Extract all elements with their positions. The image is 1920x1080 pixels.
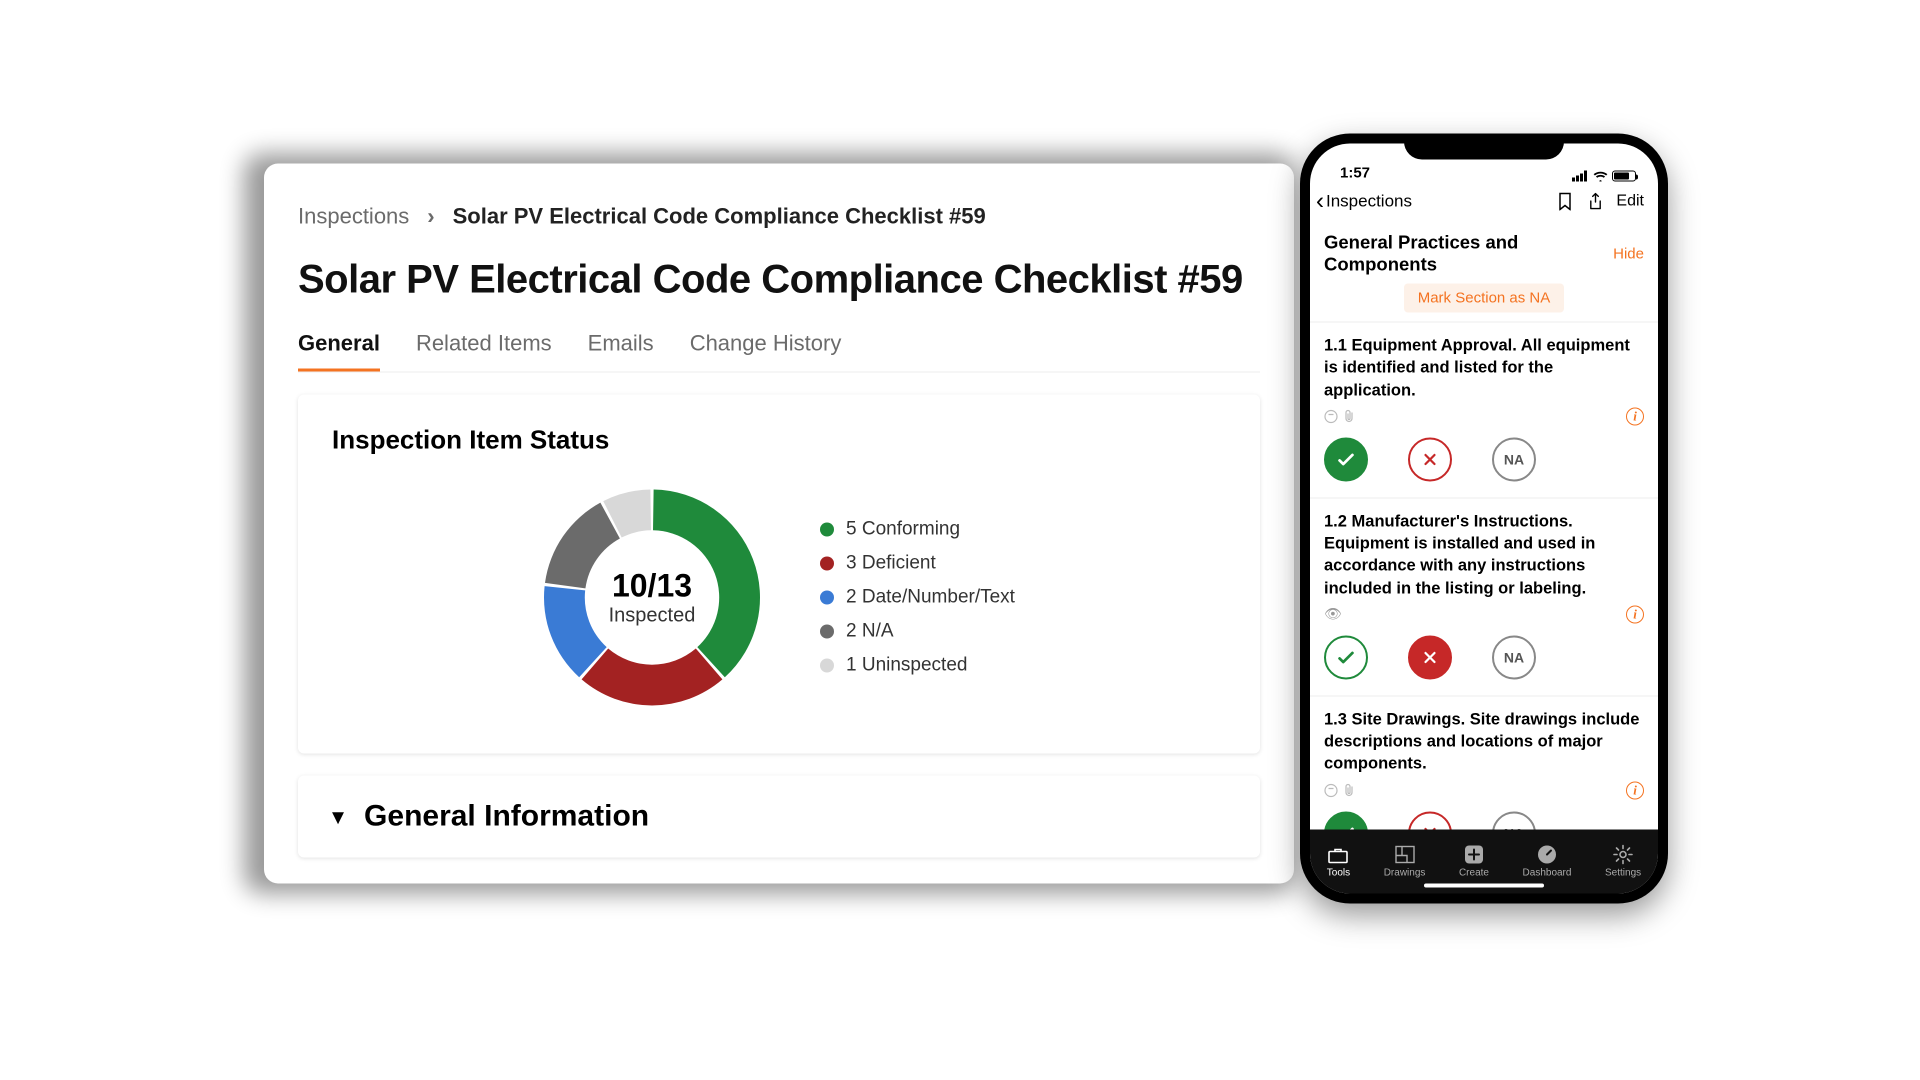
tab-label: Dashboard (1523, 868, 1572, 879)
inspection-item: 1.1 Equipment Approval. All equipment is… (1310, 322, 1658, 498)
status-card: Inspection Item Status 10/13 Inspected 5… (298, 395, 1260, 754)
clock: 1:57 (1340, 165, 1370, 182)
general-information-card[interactable]: ▾ General Information (298, 776, 1260, 858)
phone-notch (1404, 134, 1564, 160)
legend-dot (820, 557, 834, 571)
tab-label: Settings (1605, 868, 1641, 879)
chart-legend: 5 Conforming 3 Deficient 2 Date/Number/Tex… (820, 519, 1015, 677)
home-indicator (1424, 884, 1544, 888)
tab-label: Tools (1327, 868, 1350, 879)
breadcrumb: Inspections › Solar PV Electrical Code C… (298, 204, 1260, 230)
tab-bar: General Related Items Emails Change Hist… (298, 331, 1260, 373)
legend-row: 2 N/A (820, 621, 1015, 643)
legend-dot (820, 523, 834, 537)
attachment-icon[interactable] (1344, 409, 1355, 423)
legend-label: 3 Deficient (846, 553, 936, 575)
wifi-icon (1593, 171, 1608, 182)
donut-center-value: 10/13 (612, 568, 692, 605)
na-button[interactable]: NA (1492, 811, 1536, 829)
legend-label: 1 Uninspected (846, 655, 967, 677)
item-text: 1.1 Equipment Approval. All equipment is… (1324, 335, 1644, 402)
tab-emails[interactable]: Emails (588, 331, 654, 372)
tab-change-history[interactable]: Change History (690, 331, 842, 372)
legend-label: 5 Conforming (846, 519, 960, 541)
tools-icon (1327, 845, 1349, 865)
tab-general[interactable]: General (298, 331, 380, 372)
back-button[interactable]: ‹ Inspections (1316, 188, 1412, 216)
back-label: Inspections (1326, 192, 1412, 212)
breadcrumb-current: Solar PV Electrical Code Compliance Chec… (453, 204, 986, 230)
observed-icon: 👁 (1324, 606, 1342, 623)
pass-button[interactable] (1324, 635, 1368, 679)
hide-button[interactable]: Hide (1613, 245, 1644, 262)
bottom-tab-bar: Tools Drawings Create Dashboard Settings (1310, 830, 1658, 894)
status-card-title: Inspection Item Status (332, 425, 1226, 456)
edit-button[interactable]: Edit (1616, 193, 1644, 211)
inspection-item: 1.3 Site Drawings. Site drawings include… (1310, 695, 1658, 829)
tab-label: Create (1459, 868, 1489, 879)
pass-button[interactable] (1324, 811, 1368, 829)
bookmark-icon[interactable] (1556, 192, 1574, 212)
tab-label: Drawings (1384, 868, 1426, 879)
chevron-down-icon: ▾ (332, 802, 344, 831)
page-title: Solar PV Electrical Code Compliance Chec… (298, 258, 1260, 303)
donut-chart: 10/13 Inspected (532, 478, 772, 718)
comment-icon[interactable] (1324, 409, 1338, 423)
pass-button[interactable] (1324, 437, 1368, 481)
tab-tools[interactable]: Tools (1327, 845, 1350, 879)
tab-related-items[interactable]: Related Items (416, 331, 552, 372)
items-list: 1.1 Equipment Approval. All equipment is… (1310, 322, 1658, 830)
item-text: 1.3 Site Drawings. Site drawings include… (1324, 708, 1644, 775)
tab-drawings[interactable]: Drawings (1384, 845, 1426, 879)
legend-dot (820, 591, 834, 605)
info-icon[interactable]: i (1626, 605, 1644, 623)
section-title: General Practices and Components (1324, 232, 1613, 276)
item-text: 1.2 Manufacturer's Instructions. Equipme… (1324, 510, 1644, 599)
dashboard-icon (1536, 845, 1558, 865)
na-button[interactable]: NA (1492, 437, 1536, 481)
legend-dot (820, 659, 834, 673)
legend-row: 1 Uninspected (820, 655, 1015, 677)
create-icon (1463, 845, 1485, 865)
info-icon[interactable]: i (1626, 407, 1644, 425)
donut-center-label: Inspected (609, 605, 696, 628)
general-information-title: General Information (364, 800, 649, 834)
breadcrumb-root[interactable]: Inspections (298, 204, 409, 230)
mark-section-na-button[interactable]: Mark Section as NA (1404, 284, 1565, 313)
tab-create[interactable]: Create (1459, 845, 1489, 879)
desktop-panel: Inspections › Solar PV Electrical Code C… (264, 164, 1294, 884)
inspection-item: 1.2 Manufacturer's Instructions. Equipme… (1310, 497, 1658, 695)
drawings-icon (1394, 845, 1416, 865)
legend-label: 2 Date/Number/Text (846, 587, 1015, 609)
nav-bar: ‹ Inspections Edit (1310, 184, 1658, 224)
share-icon[interactable] (1586, 192, 1604, 212)
legend-row: 2 Date/Number/Text (820, 587, 1015, 609)
phone-frame: 1:57 ‹ Inspections (1300, 134, 1668, 904)
legend-row: 5 Conforming (820, 519, 1015, 541)
legend-dot (820, 625, 834, 639)
chevron-right-icon: › (427, 204, 434, 230)
fail-button[interactable] (1408, 437, 1452, 481)
battery-icon (1612, 171, 1636, 182)
tab-settings[interactable]: Settings (1605, 845, 1641, 879)
signal-icon (1572, 171, 1589, 182)
phone-screen: 1:57 ‹ Inspections (1310, 144, 1658, 894)
legend-label: 2 N/A (846, 621, 894, 643)
chevron-left-icon: ‹ (1316, 188, 1324, 216)
fail-button[interactable] (1408, 811, 1452, 829)
na-button[interactable]: NA (1492, 635, 1536, 679)
attachment-icon[interactable] (1344, 783, 1355, 797)
settings-icon (1612, 845, 1634, 865)
comment-icon[interactable] (1324, 783, 1338, 797)
fail-button[interactable] (1408, 635, 1452, 679)
legend-row: 3 Deficient (820, 553, 1015, 575)
info-icon[interactable]: i (1626, 781, 1644, 799)
tab-dashboard[interactable]: Dashboard (1523, 845, 1572, 879)
